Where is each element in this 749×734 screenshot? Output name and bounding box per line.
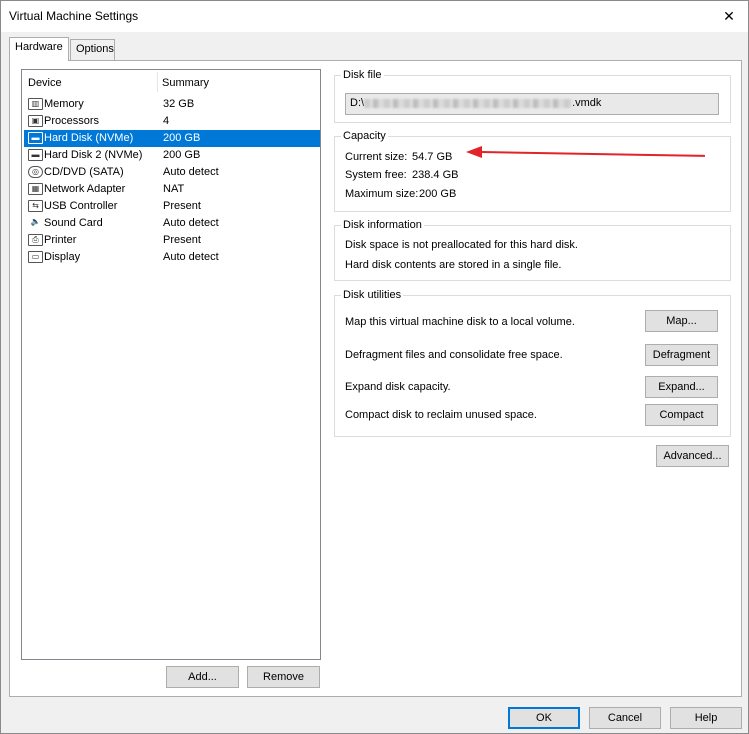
vm-settings-window: Virtual Machine Settings ✕ Hardware Opti… bbox=[0, 0, 749, 734]
device-list-header: Device Summary bbox=[22, 70, 320, 96]
disk-file-path-prefix: D:\ bbox=[350, 97, 365, 109]
device-summary: NAT bbox=[163, 183, 185, 195]
annotation-arrowhead-icon bbox=[466, 146, 482, 158]
device-name: Printer bbox=[44, 234, 77, 246]
remove-device-button[interactable]: Remove bbox=[247, 666, 320, 688]
disk-info-storage-text: Hard disk contents are stored in a singl… bbox=[345, 259, 562, 271]
device-row-processors[interactable]: ▣ Processors 4 bbox=[24, 113, 320, 130]
device-summary: Auto detect bbox=[163, 166, 219, 178]
device-summary: Auto detect bbox=[163, 217, 219, 229]
expand-description: Expand disk capacity. bbox=[345, 381, 451, 393]
device-row-cd-dvd[interactable]: ◎ CD/DVD (SATA) Auto detect bbox=[24, 164, 320, 181]
device-row-printer[interactable]: ⎙ Printer Present bbox=[24, 232, 320, 249]
device-summary: Present bbox=[163, 200, 201, 212]
device-name: Hard Disk (NVMe) bbox=[44, 132, 134, 144]
network-adapter-icon: ▦ bbox=[28, 183, 43, 195]
memory-icon: ▥ bbox=[28, 98, 43, 110]
title-bar: Virtual Machine Settings ✕ bbox=[1, 1, 748, 32]
device-summary: 32 GB bbox=[163, 98, 195, 110]
cancel-button[interactable]: Cancel bbox=[589, 707, 661, 729]
tab-options[interactable]: Options bbox=[70, 39, 115, 61]
disk-utilities-title: Disk utilities bbox=[341, 289, 404, 301]
compact-description: Compact disk to reclaim unused space. bbox=[345, 409, 537, 421]
device-row-network-adapter[interactable]: ▦ Network Adapter NAT bbox=[24, 181, 320, 198]
map-description: Map this virtual machine disk to a local… bbox=[345, 316, 575, 328]
device-name: Processors bbox=[44, 115, 100, 127]
printer-icon: ⎙ bbox=[28, 234, 43, 246]
window-title: Virtual Machine Settings bbox=[9, 9, 139, 23]
ok-button[interactable]: OK bbox=[508, 707, 580, 729]
redacted-path-segment bbox=[364, 98, 573, 108]
device-name: Hard Disk 2 (NVMe) bbox=[44, 149, 143, 161]
close-icon[interactable]: ✕ bbox=[718, 5, 740, 27]
device-name: CD/DVD (SATA) bbox=[44, 166, 124, 178]
defragment-button[interactable]: Defragment bbox=[645, 344, 718, 366]
device-name: USB Controller bbox=[44, 200, 118, 212]
add-device-button[interactable]: Add... bbox=[166, 666, 239, 688]
device-summary: Auto detect bbox=[163, 251, 219, 263]
maximum-size-value: 200 GB bbox=[419, 188, 457, 200]
device-name: Memory bbox=[44, 98, 84, 110]
sound-icon: 🔈 bbox=[28, 217, 43, 229]
disk-utilities-group: Disk utilities Map this virtual machine … bbox=[334, 289, 731, 437]
device-summary: 200 GB bbox=[163, 132, 201, 144]
disk-information-title: Disk information bbox=[341, 219, 424, 231]
current-size-label: Current size: bbox=[345, 151, 408, 163]
device-row-sound-card[interactable]: 🔈 Sound Card Auto detect bbox=[24, 215, 320, 232]
hard-disk-icon: ▬ bbox=[28, 149, 43, 161]
device-summary: 4 bbox=[163, 115, 170, 127]
cd-dvd-icon: ◎ bbox=[28, 166, 43, 178]
processor-icon: ▣ bbox=[28, 115, 43, 127]
system-free-label: System free: bbox=[345, 169, 407, 181]
column-summary[interactable]: Summary bbox=[162, 77, 209, 89]
hard-disk-icon: ▬ bbox=[28, 132, 43, 144]
current-size-value: 54.7 GB bbox=[412, 151, 453, 163]
device-name: Sound Card bbox=[44, 217, 103, 229]
usb-icon: ⇆ bbox=[28, 200, 43, 212]
display-icon: ▭ bbox=[28, 251, 43, 263]
device-name: Display bbox=[44, 251, 81, 263]
advanced-button[interactable]: Advanced... bbox=[656, 445, 729, 467]
device-summary: 200 GB bbox=[163, 149, 201, 161]
disk-information-group: Disk information Disk space is not preal… bbox=[334, 219, 731, 281]
compact-button[interactable]: Compact bbox=[645, 404, 718, 426]
disk-file-path-suffix: .vmdk bbox=[572, 97, 602, 109]
device-row-memory[interactable]: ▥ Memory 32 GB bbox=[24, 96, 320, 113]
tab-hardware[interactable]: Hardware bbox=[9, 37, 69, 61]
disk-info-preallocation-text: Disk space is not preallocated for this … bbox=[345, 239, 578, 251]
maximum-size-label: Maximum size: bbox=[345, 188, 419, 200]
disk-file-group: Disk file D:\ .vmdk bbox=[334, 69, 731, 123]
system-free-value: 238.4 GB bbox=[412, 169, 459, 181]
expand-button[interactable]: Expand... bbox=[645, 376, 718, 398]
disk-file-title: Disk file bbox=[341, 69, 384, 81]
capacity-title: Capacity bbox=[341, 130, 388, 142]
disk-file-path-field[interactable]: D:\ .vmdk bbox=[345, 93, 719, 115]
device-row-usb-controller[interactable]: ⇆ USB Controller Present bbox=[24, 198, 320, 215]
device-summary: Present bbox=[163, 234, 201, 246]
column-device[interactable]: Device bbox=[28, 77, 62, 89]
capacity-group: Capacity Current size: 54.7 GB System fr… bbox=[334, 130, 731, 212]
defragment-description: Defragment files and consolidate free sp… bbox=[345, 349, 563, 361]
device-list[interactable]: Device Summary ▥ Memory 32 GB ▣ Processo… bbox=[21, 69, 321, 660]
device-name: Network Adapter bbox=[44, 183, 126, 195]
device-row-hard-disk[interactable]: ▬ Hard Disk (NVMe) 200 GB bbox=[24, 130, 320, 147]
device-row-hard-disk-2[interactable]: ▬ Hard Disk 2 (NVMe) 200 GB bbox=[24, 147, 320, 164]
help-button[interactable]: Help bbox=[670, 707, 742, 729]
device-row-display[interactable]: ▭ Display Auto detect bbox=[24, 249, 320, 266]
column-divider[interactable] bbox=[157, 72, 158, 92]
map-button[interactable]: Map... bbox=[645, 310, 718, 332]
